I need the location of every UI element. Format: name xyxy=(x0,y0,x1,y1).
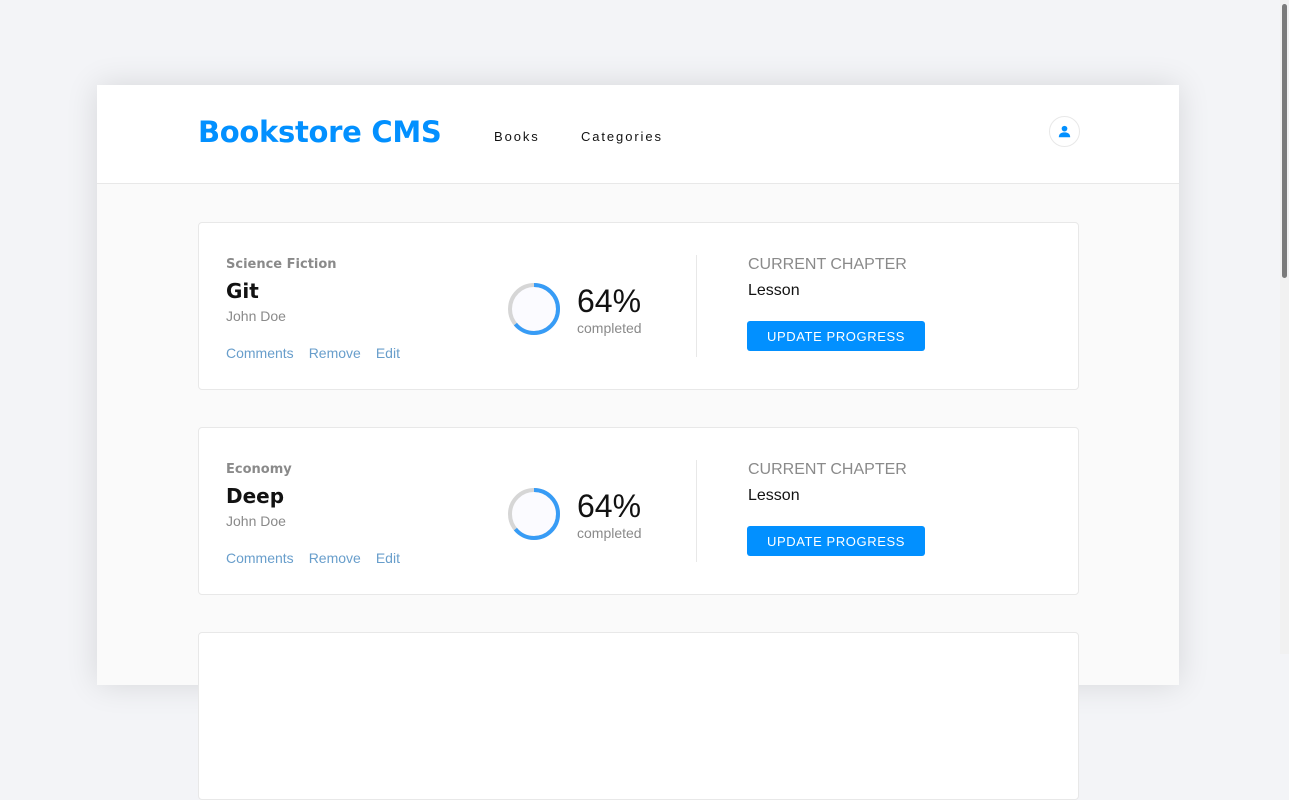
remove-button[interactable]: Remove xyxy=(309,345,376,361)
edit-button[interactable]: Edit xyxy=(376,550,415,566)
current-chapter-heading: CURRENT CHAPTER xyxy=(748,461,907,478)
progress-percent: 64% xyxy=(577,283,642,319)
progress-percent: 64% xyxy=(577,488,642,524)
logo[interactable]: Bookstore CMS xyxy=(198,115,442,149)
edit-button[interactable]: Edit xyxy=(376,345,415,361)
book-title: Git xyxy=(226,279,259,303)
current-chapter-name: Lesson xyxy=(748,487,800,504)
book-actions: Comments Remove Edit xyxy=(226,550,415,566)
book-genre: Economy xyxy=(226,462,292,477)
book-title: Deep xyxy=(226,484,285,508)
book-author: John Doe xyxy=(226,308,286,324)
divider xyxy=(696,255,697,357)
book-card: Economy Deep John Doe Comments Remove Ed… xyxy=(198,427,1079,595)
update-progress-button[interactable]: UPDATE PROGRESS xyxy=(747,321,925,351)
book-genre: Science Fiction xyxy=(226,257,337,272)
nav-categories[interactable]: Categories xyxy=(581,129,663,144)
current-chapter-name: Lesson xyxy=(748,282,800,299)
current-chapter-heading: CURRENT CHAPTER xyxy=(748,256,907,273)
remove-button[interactable]: Remove xyxy=(309,550,376,566)
user-avatar-button[interactable] xyxy=(1049,116,1080,147)
comments-button[interactable]: Comments xyxy=(226,550,309,566)
book-card: Science Fiction Git John Doe Comments Re… xyxy=(198,222,1079,390)
nav-books[interactable]: Books xyxy=(494,129,540,144)
book-card xyxy=(198,632,1079,800)
scrollbar[interactable] xyxy=(1280,0,1289,654)
progress-ring xyxy=(508,283,560,335)
bookstore-page: Bookstore CMS Books Categories Science F… xyxy=(97,85,1179,800)
book-author: John Doe xyxy=(226,513,286,529)
comments-button[interactable]: Comments xyxy=(226,345,309,361)
divider xyxy=(696,460,697,562)
progress-caption: completed xyxy=(577,525,642,541)
progress-caption: completed xyxy=(577,320,642,336)
user-icon xyxy=(1058,125,1071,138)
scrollbar-thumb[interactable] xyxy=(1282,4,1287,278)
update-progress-button[interactable]: UPDATE PROGRESS xyxy=(747,526,925,556)
header: Bookstore CMS Books Categories xyxy=(97,85,1179,184)
book-actions: Comments Remove Edit xyxy=(226,345,415,361)
progress-ring xyxy=(508,488,560,540)
